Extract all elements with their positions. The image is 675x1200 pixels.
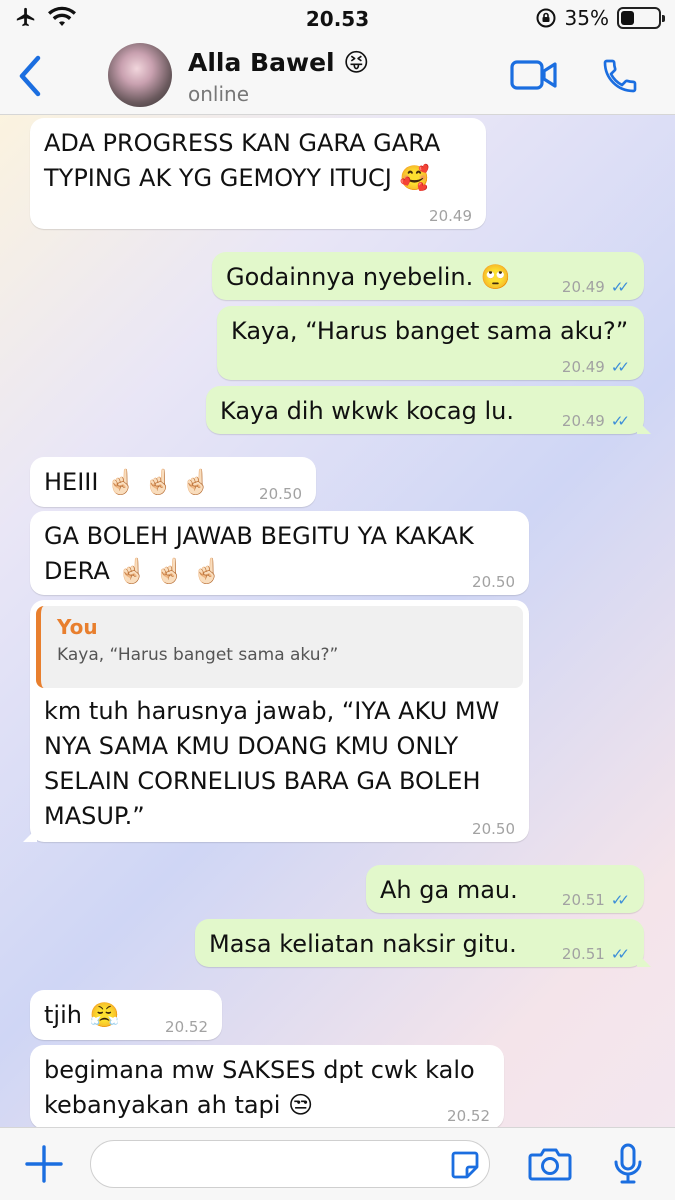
status-right: 35% xyxy=(535,6,665,30)
plus-icon[interactable] xyxy=(22,1142,66,1186)
message-time: 20.49 xyxy=(429,207,472,225)
message-meta: 20.49 ✓✓ xyxy=(562,278,630,296)
message-text: TYPING AK YG GEMOYY ITUCJ 🥰 xyxy=(44,164,430,192)
message-incoming[interactable]: ADA PROGRESS KAN GARA GARA TYPING AK YG … xyxy=(30,118,486,229)
battery-level xyxy=(621,11,634,25)
camera-icon[interactable] xyxy=(528,1146,572,1182)
message-meta: 20.50 xyxy=(259,485,302,503)
message-text: ADA PROGRESS KAN GARA GARA xyxy=(44,129,441,157)
contact-name[interactable]: Alla Bawel 😝 xyxy=(188,48,369,77)
message-outgoing[interactable]: Kaya dih wkwk kocag lu. 20.49 ✓✓ xyxy=(206,386,644,434)
message-text: begimana mw SAKSES dpt cwk kalo xyxy=(44,1056,475,1084)
message-list[interactable]: ADA PROGRESS KAN GARA GARA TYPING AK YG … xyxy=(0,115,675,1127)
message-time: 20.50 xyxy=(472,820,515,838)
message-incoming-reply[interactable]: You Kaya, “Harus banget sama aku?” km tu… xyxy=(30,600,529,842)
message-meta: 20.50 xyxy=(472,573,515,591)
message-meta: 20.49 ✓✓ xyxy=(562,412,630,430)
message-meta: 20.52 xyxy=(165,1018,208,1036)
chat-header: Alla Bawel 😝 online xyxy=(0,40,675,115)
quote-text: Kaya, “Harus banget sama aku?” xyxy=(57,645,339,665)
message-meta: 20.51 ✓✓ xyxy=(562,945,630,963)
quote-author: You xyxy=(57,615,98,639)
compose-bar xyxy=(0,1127,675,1200)
message-outgoing[interactable]: Ah ga mau. 20.51 ✓✓ xyxy=(366,865,644,913)
message-text: NYA SAMA KMU DOANG KMU ONLY xyxy=(44,732,459,760)
message-text: MASUP.” xyxy=(44,802,145,830)
battery-percent: 35% xyxy=(564,6,609,30)
message-meta: 20.51 ✓✓ xyxy=(562,891,630,909)
message-text: DERA ☝🏻 ☝🏻 ☝🏻 xyxy=(44,557,223,585)
read-receipt-icon: ✓✓ xyxy=(610,358,630,376)
battery-icon xyxy=(617,7,665,29)
message-incoming[interactable]: begimana mw SAKSES dpt cwk kalo kebanyak… xyxy=(30,1045,504,1127)
avatar[interactable] xyxy=(108,43,172,107)
message-time: 20.51 xyxy=(561,945,605,963)
message-time: 20.52 xyxy=(165,1018,208,1036)
status-bar: 20.53 35% xyxy=(0,0,675,40)
message-meta: 20.49 xyxy=(429,207,472,225)
message-incoming[interactable]: tjih 😤 20.52 xyxy=(30,990,222,1040)
message-meta: 20.49 ✓✓ xyxy=(562,358,630,376)
mic-icon[interactable] xyxy=(612,1142,644,1186)
message-time: 20.52 xyxy=(447,1107,490,1125)
message-outgoing[interactable]: Godainnya nyebelin. 🙄 20.49 ✓✓ xyxy=(212,252,644,300)
message-outgoing[interactable]: Masa keliatan naksir gitu. 20.51 ✓✓ xyxy=(195,919,644,967)
sticker-icon[interactable] xyxy=(450,1150,480,1180)
message-time: 20.51 xyxy=(561,891,605,909)
message-text: GA BOLEH JAWAB BEGITU YA KAKAK xyxy=(44,522,474,550)
message-text: km tuh harusnya jawab, “IYA AKU MW xyxy=(44,697,500,725)
contact-status: online xyxy=(188,82,250,106)
message-text: kebanyakan ah tapi 😒 xyxy=(44,1091,314,1119)
message-text: SELAIN CORNELIUS BARA GA BOLEH xyxy=(44,767,481,795)
message-outgoing[interactable]: Kaya, “Harus banget sama aku?” 20.49 ✓✓ xyxy=(217,306,644,380)
video-icon[interactable] xyxy=(510,58,558,92)
phone-icon[interactable] xyxy=(600,56,640,96)
message-incoming[interactable]: GA BOLEH JAWAB BEGITU YA KAKAK DERA ☝🏻 ☝… xyxy=(30,511,529,595)
message-time: 20.49 xyxy=(561,278,605,296)
message-time: 20.50 xyxy=(472,573,515,591)
message-time: 20.49 xyxy=(561,412,605,430)
message-time: 20.49 xyxy=(561,358,605,376)
message-input[interactable] xyxy=(90,1140,490,1188)
quoted-message[interactable]: You Kaya, “Harus banget sama aku?” xyxy=(36,606,523,688)
read-receipt-icon: ✓✓ xyxy=(610,278,630,296)
message-meta: 20.50 xyxy=(472,820,515,838)
read-receipt-icon: ✓✓ xyxy=(610,891,630,909)
chevron-left-icon[interactable] xyxy=(12,54,48,98)
message-text: Kaya, “Harus banget sama aku?” xyxy=(231,317,629,345)
message-time: 20.50 xyxy=(259,485,302,503)
read-receipt-icon: ✓✓ xyxy=(610,945,630,963)
message-incoming[interactable]: HEIII ☝🏻 ☝🏻 ☝🏻 20.50 xyxy=(30,457,316,507)
message-meta: 20.52 xyxy=(447,1107,490,1125)
rotation-lock-icon xyxy=(536,8,556,28)
read-receipt-icon: ✓✓ xyxy=(610,412,630,430)
